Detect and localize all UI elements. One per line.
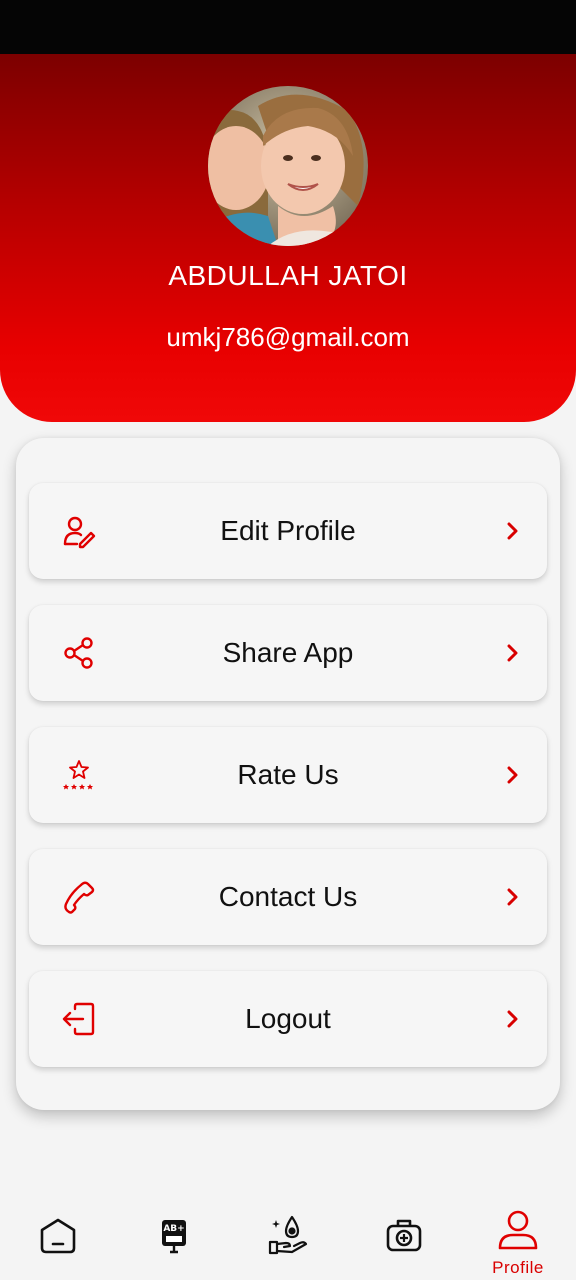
menu-label: Edit Profile bbox=[220, 515, 356, 546]
bottom-nav: AB+ Profile bbox=[0, 1180, 576, 1280]
chevron-right-icon bbox=[507, 888, 518, 906]
home-icon bbox=[40, 1218, 76, 1254]
user-name: ABDULLAH JATOI bbox=[168, 260, 408, 291]
avatar bbox=[208, 86, 368, 246]
chevron-right-icon bbox=[507, 522, 518, 540]
rate-us-button[interactable]: Rate Us bbox=[29, 727, 547, 823]
nav-donate[interactable] bbox=[248, 1180, 328, 1280]
logout-button[interactable]: Logout bbox=[29, 971, 547, 1067]
menu-label: Logout bbox=[245, 1003, 331, 1034]
blood-bag-icon: AB+ bbox=[162, 1220, 186, 1254]
nav-profile[interactable]: Profile bbox=[478, 1180, 558, 1280]
chevron-right-icon bbox=[507, 644, 518, 662]
nav-hospitals[interactable] bbox=[363, 1180, 443, 1280]
menu-label: Rate Us bbox=[237, 759, 339, 790]
chevron-right-icon bbox=[507, 766, 518, 784]
edit-profile-button[interactable]: Edit Profile bbox=[29, 483, 547, 579]
menu-label: Share App bbox=[222, 637, 354, 668]
svg-text:AB+: AB+ bbox=[163, 1224, 184, 1234]
share-app-button[interactable]: Share App bbox=[29, 605, 547, 701]
status-bar bbox=[0, 0, 576, 54]
nav-home[interactable] bbox=[18, 1180, 98, 1280]
chevron-right-icon bbox=[507, 1010, 518, 1028]
menu-label: Contact Us bbox=[218, 881, 358, 912]
medical-kit-icon bbox=[386, 1219, 422, 1252]
nav-blood-groups[interactable]: AB+ bbox=[134, 1180, 214, 1280]
contact-us-button[interactable]: Contact Us bbox=[29, 849, 547, 945]
donate-drop-icon bbox=[268, 1215, 308, 1255]
profile-icon bbox=[498, 1210, 538, 1250]
user-email: umkj786@gmail.com bbox=[166, 322, 410, 352]
nav-profile-label: Profile bbox=[492, 1258, 544, 1277]
